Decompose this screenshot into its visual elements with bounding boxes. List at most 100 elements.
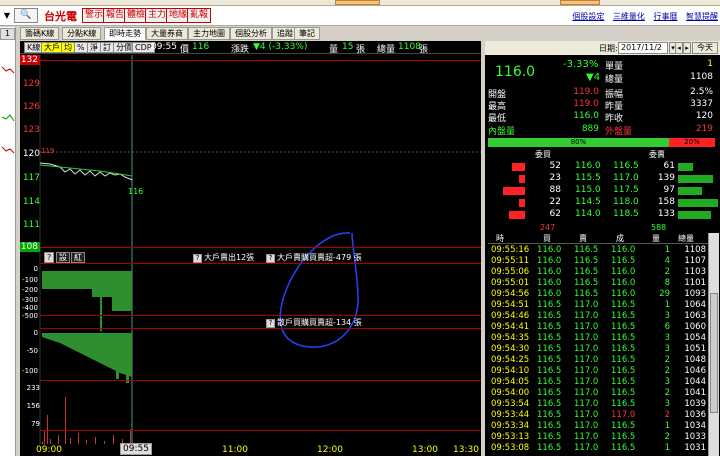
help-icon[interactable]: ? [266,254,275,263]
tick-ask: 116.5 [574,256,599,266]
y-label-ref: 120 [22,149,40,159]
low-label: 最低 [488,114,507,124]
book-sell-price: 117.5 [613,185,639,195]
net-button[interactable]: 淨 [87,42,101,53]
percent-button[interactable]: % [74,42,88,53]
tick-row[interactable]: 09:53:34 116.5 117.0 116.5 1 1034 [488,421,708,432]
avg-button[interactable]: 均 [61,42,75,53]
big-holder-button[interactable]: 大戶 [41,42,63,53]
x-label: 09:00 [36,445,62,455]
tab-notes[interactable]: 筆記 [294,27,320,40]
order-button[interactable]: 訂 [100,42,114,53]
book-sell-price: 117.0 [613,173,639,183]
sub1-settings-button[interactable]: 設 [56,252,70,263]
tick-ask: 117.0 [574,377,599,387]
tab-stock-analysis[interactable]: 個股分析 [230,27,272,40]
sub1-y: -200 [22,286,38,294]
tick-row[interactable]: 09:54:46 116.5 117.0 116.5 3 1063 [488,311,708,322]
sub3-line [40,430,481,431]
sub1-y: -400 [22,304,38,312]
book-row[interactable]: 52 116.0 116.5 61 [485,161,720,173]
prev-date-icon[interactable]: ◂ [675,42,683,54]
tick-row[interactable]: 09:55:01 116.0 116.5 116.0 8 1101 [488,278,708,289]
top-tab-1[interactable] [335,0,380,5]
link-stock-settings[interactable]: 個股設定 [572,12,604,21]
tick-bid: 116.0 [537,289,562,299]
ticks-col-vol: 量 [652,234,660,243]
ticks-col-time: 時 [496,234,504,243]
date-input[interactable]: 2017/11/2 [618,42,668,54]
today-button[interactable]: 今天 [692,42,718,54]
book-sell-bar [678,175,713,183]
tick-vol: 3 [664,399,670,409]
news-button[interactable]: 亂報 [187,8,212,23]
top-tab-2[interactable] [560,0,600,5]
ticks-scrollbar[interactable] [708,233,719,456]
tick-deal: 116.5 [611,377,636,387]
tick-row[interactable]: 09:54:10 116.5 117.0 116.5 2 1046 [488,366,708,377]
tick-row[interactable]: 09:54:41 116.5 117.0 116.5 6 1060 [488,322,708,333]
help-icon[interactable]: ? [193,254,202,263]
tick-row[interactable]: 09:54:00 116.5 117.0 116.5 2 1041 [488,388,708,399]
y-label: 126 [22,102,40,112]
tick-row[interactable]: 09:53:44 116.5 117.0 117.0 2 1036 [488,410,708,421]
tick-row[interactable]: 09:53:08 116.5 117.0 116.5 1 1031 [488,443,708,454]
book-row[interactable]: 23 115.5 117.0 139 [485,173,720,185]
tab-realtime[interactable]: 即時走勢 [104,27,146,40]
tick-row[interactable]: 09:55:11 116.0 116.5 116.5 4 1107 [488,256,708,267]
tick-bid: 116.5 [537,311,562,321]
tick-row[interactable]: 09:54:51 116.5 117.0 116.5 1 1064 [488,300,708,311]
tick-row[interactable]: 09:54:25 116.5 117.0 116.5 2 1048 [488,355,708,366]
tick-row[interactable]: 09:53:13 116.5 117.0 116.5 2 1033 [488,432,708,443]
book-row[interactable]: 88 115.0 117.5 97 [485,185,720,197]
tab-big-broker[interactable]: 大量券商 [146,27,188,40]
sub1-red-button[interactable]: 紅 [71,252,85,263]
tick-row[interactable]: 09:55:06 116.0 116.5 116.0 2 1103 [488,267,708,278]
sub1-help-button[interactable]: ? [44,252,55,263]
help-icon[interactable]: ? [266,319,275,328]
book-row[interactable]: 62 114.0 118.5 133 [485,209,720,221]
tick-vol: 1 [664,300,670,310]
tick-row[interactable]: 09:54:35 116.5 117.0 116.5 3 1054 [488,333,708,344]
sub1-y: -100 [22,276,38,284]
tick-row[interactable]: 09:54:30 116.5 117.0 116.5 3 1051 [488,344,708,355]
dropdown-arrow-icon[interactable]: ▼ [1,9,13,23]
tab-main-map[interactable]: 主力地圖 [188,27,230,40]
book-buy-qty: 88 [549,185,561,195]
tab-branch-k[interactable]: 分點K線 [62,27,102,40]
tick-total: 1031 [684,443,706,453]
next-date-icon[interactable]: ▸ [683,42,691,54]
tick-vol: 2 [664,355,670,365]
tab-chip-k[interactable]: 籌碼K線 [20,27,60,40]
tick-total: 1051 [684,344,706,354]
search-button[interactable]: 🔍 [14,8,38,23]
book-buy-price: 115.5 [575,173,601,183]
x-label: 13:30 [453,445,479,455]
link-3d-quant[interactable]: 三維量化 [613,12,645,21]
tick-deal: 116.5 [611,366,636,376]
link-smart-alert[interactable]: 智慧提醒 [686,12,718,21]
tick-time: 09:55:01 [491,278,530,288]
ticks-col-ask: 賣 [579,234,587,243]
tick-row[interactable]: 09:53:54 116.5 117.0 116.5 3 1039 [488,399,708,410]
tick-row[interactable]: 09:55:16 116.0 116.5 116.0 1 1108 [488,245,708,256]
sub2-note-text: 散戶買購買賣超-134 張 [277,318,362,327]
intraday-chart[interactable]: K線 大戶 均 % 淨 訂 分價 CDP 09:55 價 116 漲跌 ▼4 (… [20,41,481,456]
sub1-y: 0 [33,265,38,273]
book-buy-header: 委買 [535,150,551,159]
total-vol: 1108 [690,72,713,82]
scroll-thumb[interactable] [710,293,718,413]
tick-row[interactable]: 09:54:56 116.0 116.5 116.0 29 1093 [488,289,708,300]
tick-total: 1034 [684,421,706,431]
x-label: 11:00 [222,445,248,455]
tick-ask: 117.0 [574,410,599,420]
tick-row[interactable]: 09:54:05 116.5 117.0 116.5 3 1044 [488,377,708,388]
date-bar: 日期: 2017/11/2 ▾ ◂ ▸ 今天 [485,41,720,55]
info-change: ▼4 (-3.33%) [253,42,308,52]
tick-deal: 116.5 [611,355,636,365]
y-label: 114 [22,197,40,207]
tick-time: 09:54:51 [491,300,530,310]
left-panel-tab[interactable]: 1 [0,28,15,40]
link-calendar[interactable]: 行事曆 [653,12,677,21]
book-row[interactable]: 22 114.5 118.0 158 [485,197,720,209]
